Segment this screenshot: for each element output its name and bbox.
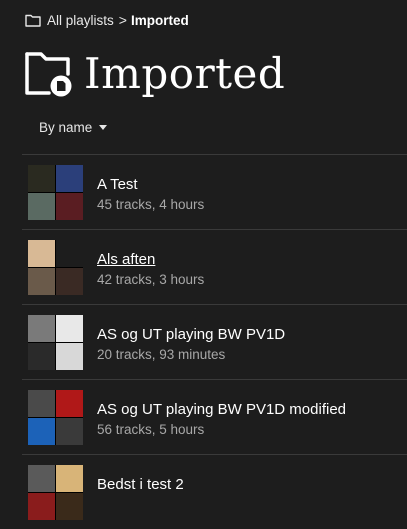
- folder-icon: [25, 14, 41, 27]
- breadcrumb: All playlists > Imported: [25, 11, 189, 29]
- album-cover-thumbnail: [28, 418, 55, 445]
- album-cover-thumbnail: [28, 193, 55, 220]
- folder-import-icon: [24, 50, 74, 98]
- playlist-cover-mosaic: [28, 465, 83, 520]
- breadcrumb-separator: >: [118, 12, 127, 28]
- playlist-meta: 42 tracks, 3 hours: [97, 272, 205, 287]
- playlist-item[interactable]: AS og UT playing BW PV1D 20 tracks, 93 mi…: [22, 304, 407, 379]
- album-cover-thumbnail: [56, 315, 83, 342]
- playlist-name[interactable]: A Test: [97, 175, 204, 195]
- album-cover-thumbnail: [56, 193, 83, 220]
- album-cover-thumbnail: [56, 418, 83, 445]
- album-cover-thumbnail: [56, 390, 83, 417]
- playlist-name[interactable]: Als aften: [97, 250, 204, 270]
- album-cover-thumbnail: [28, 165, 55, 192]
- playlist-cover-mosaic: [28, 165, 83, 220]
- playlist-item[interactable]: AS og UT playing BW PV1D modified 56 trac…: [22, 379, 407, 454]
- playlist-cover-mosaic: [28, 390, 83, 445]
- album-cover-thumbnail: [56, 493, 83, 520]
- playlist-text: Bedst i test 2: [97, 475, 184, 495]
- playlist-text: Als aften 42 tracks, 3 hours: [97, 250, 204, 290]
- album-cover-thumbnail: [28, 315, 55, 342]
- breadcrumb-all-playlists-link[interactable]: All playlists: [47, 13, 114, 28]
- playlist-meta: 45 tracks, 4 hours: [97, 197, 205, 212]
- album-cover-thumbnail: [28, 493, 55, 520]
- breadcrumb-current: Imported: [130, 12, 189, 28]
- playlist-list: A Test 45 tracks, 4 hours Als aften 42 trac…: [22, 154, 407, 529]
- album-cover-thumbnail: [28, 390, 55, 417]
- playlist-item[interactable]: Bedst i test 2: [22, 454, 407, 529]
- playlist-meta: 56 tracks, 5 hours: [97, 422, 205, 437]
- album-cover-thumbnail: [56, 343, 83, 370]
- playlist-text: AS og UT playing BW PV1D modified 56 trac…: [97, 400, 346, 440]
- playlist-text: A Test 45 tracks, 4 hours: [97, 175, 204, 215]
- sort-dropdown[interactable]: By name: [39, 118, 108, 136]
- album-cover-thumbnail: [56, 240, 83, 267]
- album-cover-thumbnail: [56, 165, 83, 192]
- album-cover-thumbnail: [28, 240, 55, 267]
- playlist-name[interactable]: Bedst i test 2: [97, 475, 184, 495]
- playlist-cover-mosaic: [28, 240, 83, 295]
- playlist-text: AS og UT playing BW PV1D 20 tracks, 93 mi…: [97, 325, 285, 365]
- album-cover-thumbnail: [28, 268, 55, 295]
- album-cover-thumbnail: [28, 465, 55, 492]
- page-header: Imported: [24, 47, 285, 101]
- page-title: Imported: [84, 49, 286, 98]
- playlist-meta: 20 tracks, 93 minutes: [97, 347, 226, 362]
- playlist-name[interactable]: AS og UT playing BW PV1D modified: [97, 400, 346, 420]
- album-cover-thumbnail: [56, 268, 83, 295]
- playlist-cover-mosaic: [28, 315, 83, 370]
- album-cover-thumbnail: [28, 343, 55, 370]
- sort-label: By name: [39, 119, 93, 135]
- playlist-item[interactable]: A Test 45 tracks, 4 hours: [22, 154, 407, 229]
- playlist-name[interactable]: AS og UT playing BW PV1D: [97, 325, 285, 345]
- album-cover-thumbnail: [56, 465, 83, 492]
- playlist-item[interactable]: Als aften 42 tracks, 3 hours: [22, 229, 407, 304]
- caret-down-icon: [99, 124, 108, 130]
